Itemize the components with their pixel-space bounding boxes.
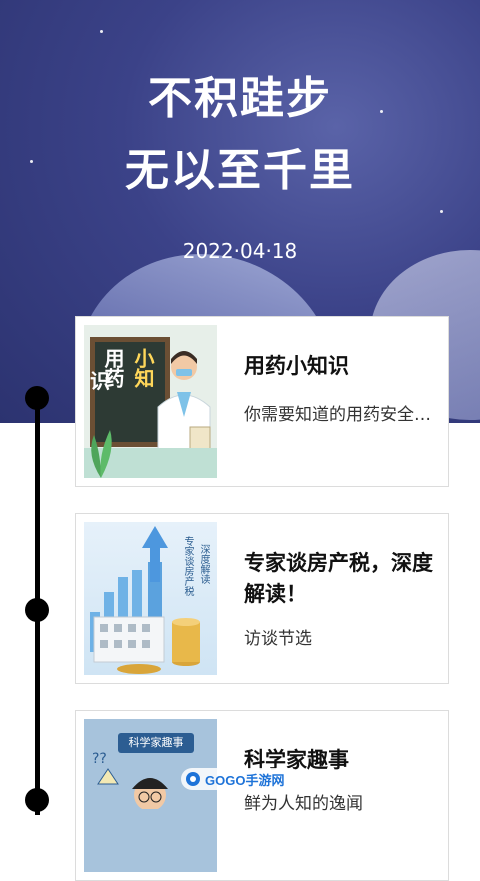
article-subtitle: 你需要知道的用药安全常识 xyxy=(244,405,434,425)
watermark-text: GOGO手游网 xyxy=(205,772,285,788)
star-icon xyxy=(100,30,103,33)
svg-text:??: ?? xyxy=(92,751,107,767)
article-subtitle: 访谈节选 xyxy=(244,629,312,649)
thumb-text: 专家谈房产税 xyxy=(182,536,193,596)
watermark-logo: GOGO手游网 xyxy=(181,768,301,790)
gamepad-icon xyxy=(186,772,200,786)
timeline-dot xyxy=(25,788,49,812)
timeline-dot xyxy=(25,386,49,410)
thumb-text: 识 xyxy=(90,369,110,393)
timeline-dot xyxy=(25,598,49,622)
article-title[interactable]: 用药小知识 xyxy=(244,351,434,382)
date-label: 2022·04·18 xyxy=(182,239,298,263)
article-thumbnail: 科学家趣事 ?? xyxy=(84,719,217,872)
thumb-text: 深度解读 xyxy=(198,544,209,584)
article-thumbnail: 专家谈房产税 深度解读 xyxy=(84,522,217,675)
article-subtitle: 鲜为人知的逸闻 xyxy=(244,794,363,814)
star-icon xyxy=(440,210,443,213)
article-card[interactable]: 专家谈房产税 深度解读 专家谈房产税，深度解读！ 访谈节选 xyxy=(75,513,449,684)
page-title-line2: 无以至千里 xyxy=(125,145,355,196)
article-card[interactable]: 用药 小知 识 用药小知识 你需要知道的用药安全常识 xyxy=(75,316,449,487)
article-title[interactable]: 专家谈房产税，深度解读！ xyxy=(244,548,434,610)
article-thumbnail: 用药 小知 识 xyxy=(84,325,217,478)
page-title-line1: 不积跬步 xyxy=(148,73,332,124)
article-card[interactable]: 科学家趣事 ?? 科学家趣事 鲜为人知的逸闻 xyxy=(75,710,449,881)
plant-icon xyxy=(91,430,112,478)
